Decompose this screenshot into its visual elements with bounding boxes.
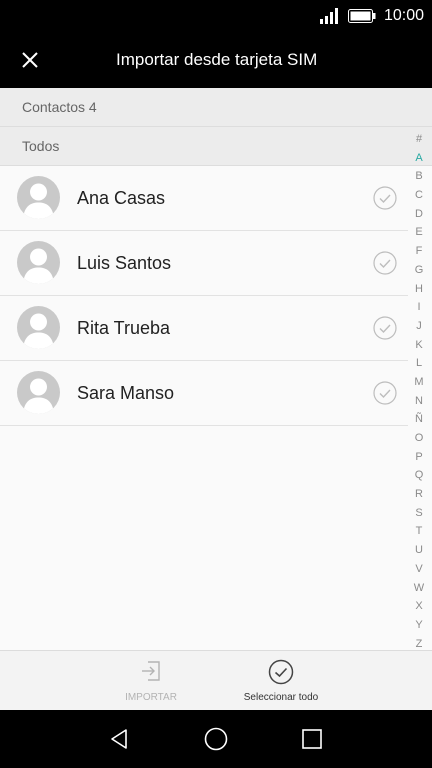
contacts-count-header: Contactos 4	[0, 88, 432, 127]
alphabet-index-letter[interactable]: T	[416, 522, 423, 541]
import-button[interactable]: IMPORTAR	[112, 651, 190, 711]
alphabet-index[interactable]: # A B C D E F G H I J K L M N Ñ O P Q R S T U V W X Y Z	[412, 130, 426, 653]
alphabet-index-letter[interactable]: Ñ	[415, 410, 423, 429]
alphabet-index-letter[interactable]: J	[416, 317, 422, 336]
alphabet-index-letter[interactable]: W	[414, 579, 424, 598]
import-label: IMPORTAR	[125, 692, 177, 703]
select-all-label: Seleccionar todo	[243, 692, 319, 703]
battery-icon	[347, 9, 376, 23]
avatar	[17, 241, 60, 284]
home-circle-icon	[204, 727, 228, 751]
person-icon	[23, 313, 54, 349]
page-title: Importar desde tarjeta SIM	[116, 50, 318, 69]
status-icons: 10:00	[319, 0, 424, 32]
back-triangle-icon	[111, 729, 127, 749]
select-all-button[interactable]: Seleccionar todo	[230, 651, 332, 711]
select-check-icon[interactable]	[373, 381, 397, 405]
list-item[interactable]: Ana Casas	[0, 166, 408, 231]
select-check-icon[interactable]	[373, 316, 397, 340]
recents-square-icon	[302, 729, 322, 749]
alphabet-index-letter[interactable]: Y	[415, 616, 422, 635]
alphabet-index-letter[interactable]: K	[415, 336, 422, 355]
close-button[interactable]	[14, 44, 46, 76]
person-icon	[23, 183, 54, 219]
back-button[interactable]	[106, 725, 134, 753]
contact-name: Luis Santos	[77, 253, 172, 273]
alphabet-index-letter[interactable]: L	[416, 354, 422, 373]
select-check-icon[interactable]	[373, 251, 397, 275]
alphabet-index-letter[interactable]: R	[415, 485, 423, 504]
alphabet-index-letter[interactable]: E	[415, 223, 422, 242]
contact-list: Ana Casas Luis Santos Rita Trueba Sara M…	[0, 166, 408, 426]
alphabet-index-letter[interactable]: D	[415, 205, 423, 224]
alphabet-index-letter[interactable]: Q	[415, 466, 424, 485]
status-bar: 10:00	[0, 0, 432, 32]
all-group-label: Todos	[22, 138, 60, 154]
alphabet-index-letter[interactable]: F	[416, 242, 423, 261]
close-icon	[22, 52, 38, 68]
list-item[interactable]: Luis Santos	[0, 231, 408, 296]
alphabet-index-letter[interactable]: V	[415, 560, 422, 579]
alphabet-index-letter[interactable]: I	[417, 298, 420, 317]
alphabet-index-letter[interactable]: H	[415, 280, 423, 299]
alphabet-index-letter[interactable]: C	[415, 186, 423, 205]
avatar	[17, 371, 60, 414]
alphabet-index-letter[interactable]: G	[415, 261, 424, 280]
alphabet-index-letter[interactable]: #	[416, 130, 422, 149]
recents-button[interactable]	[298, 725, 326, 753]
person-icon	[23, 248, 54, 284]
import-icon	[142, 661, 160, 681]
bottom-action-bar: IMPORTAR Seleccionar todo	[0, 650, 432, 711]
app-bar: Importar desde tarjeta SIM	[0, 32, 432, 88]
home-button[interactable]	[202, 725, 230, 753]
contact-name: Sara Manso	[77, 383, 175, 403]
avatar	[17, 176, 60, 219]
all-group-header: Todos	[0, 127, 432, 166]
select-check-icon[interactable]	[373, 186, 397, 210]
contact-name: Rita Trueba	[77, 318, 171, 338]
clock: 10:00	[383, 7, 424, 24]
alphabet-index-letter[interactable]: O	[415, 429, 424, 448]
contacts-count-label: Contactos 4	[22, 99, 97, 115]
alphabet-index-letter[interactable]: N	[415, 392, 423, 411]
signal-icon	[319, 8, 338, 24]
list-item[interactable]: Sara Manso	[0, 361, 408, 426]
alphabet-index-letter[interactable]: P	[415, 448, 422, 467]
alphabet-index-letter[interactable]: B	[415, 167, 422, 186]
alphabet-index-letter[interactable]: M	[414, 373, 423, 392]
person-icon	[23, 378, 54, 414]
alphabet-index-letter[interactable]: A	[415, 149, 422, 168]
list-item[interactable]: Rita Trueba	[0, 296, 408, 361]
alphabet-index-letter[interactable]: X	[415, 597, 422, 616]
navigation-bar	[0, 710, 432, 768]
contact-name: Ana Casas	[77, 188, 166, 208]
avatar	[17, 306, 60, 349]
alphabet-index-letter[interactable]: S	[415, 504, 422, 523]
alphabet-index-letter[interactable]: U	[415, 541, 423, 560]
check-circle-icon	[268, 659, 294, 685]
